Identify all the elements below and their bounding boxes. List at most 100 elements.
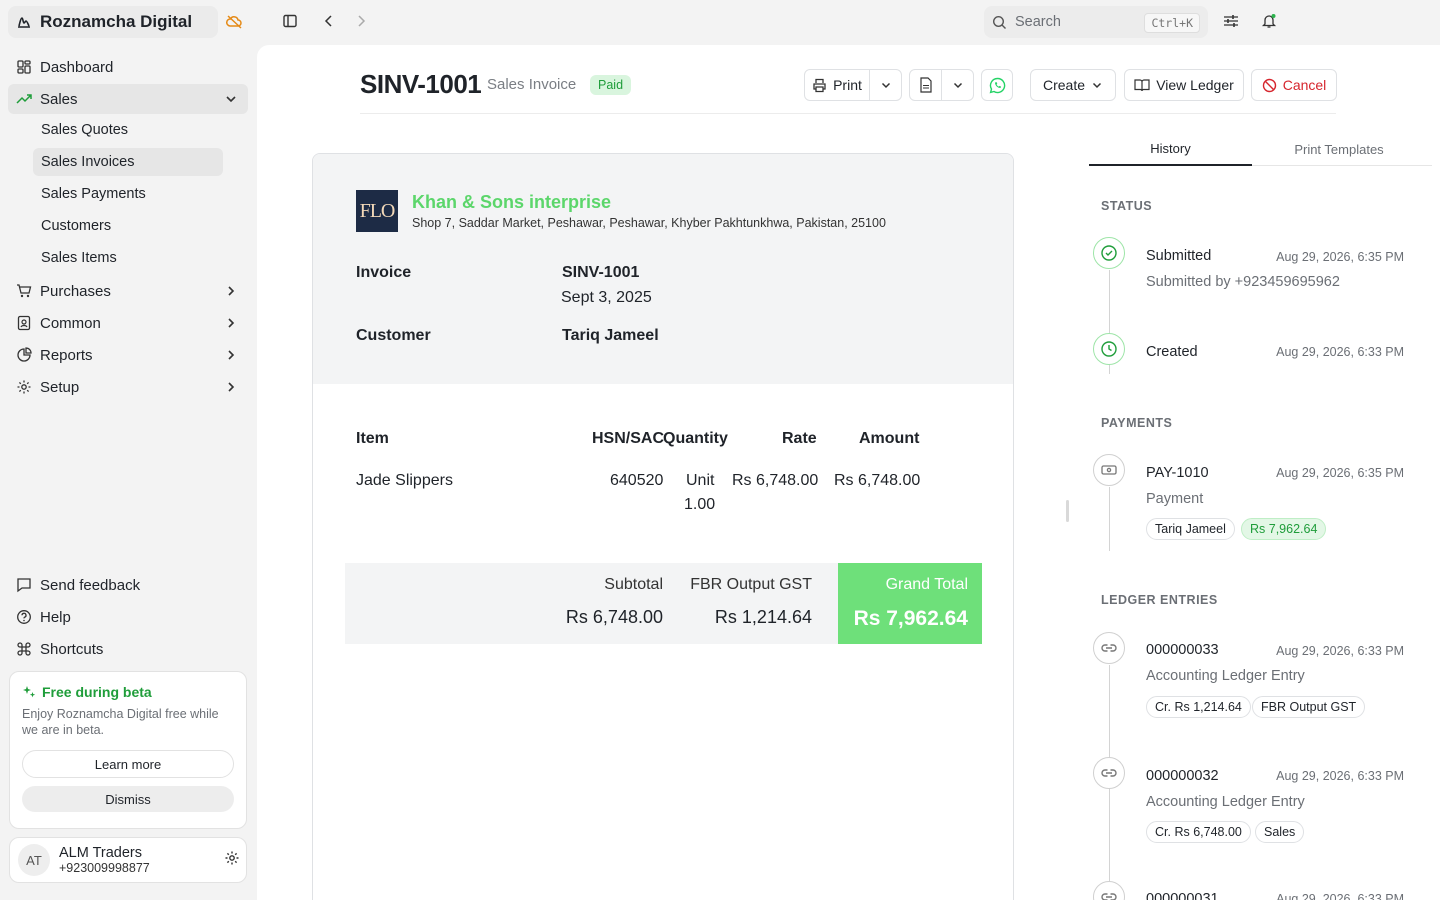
pdf-button[interactable] bbox=[909, 69, 942, 101]
column-header-item: Item bbox=[356, 430, 389, 447]
line-item-hsn: 640520 bbox=[610, 472, 664, 489]
company-name: Khan & Sons interprise bbox=[412, 192, 612, 212]
sidebar-item-sales[interactable]: Sales bbox=[8, 84, 248, 114]
grand-total-box: Grand Total Rs 7,962.64 bbox=[838, 563, 982, 644]
user-card[interactable]: AT ALM Traders +923009998877 bbox=[9, 837, 247, 883]
beta-description: Enjoy Roznamcha Digital free while we ar… bbox=[22, 707, 219, 737]
sidebar-item-common[interactable]: Common bbox=[8, 308, 248, 338]
beta-title: Free during beta bbox=[22, 684, 234, 700]
user-phone: +923009998877 bbox=[59, 861, 150, 875]
sidebar-toggle-icon[interactable] bbox=[282, 13, 298, 29]
line-item-qty-value: 1.00 bbox=[684, 496, 716, 513]
search-icon bbox=[992, 15, 1006, 29]
sidebar-item-sales-quotes[interactable]: Sales Quotes bbox=[33, 116, 223, 144]
gear-icon bbox=[17, 380, 31, 394]
document-type: Sales Invoice bbox=[487, 76, 577, 93]
print-options-button[interactable] bbox=[869, 69, 902, 101]
payment-party-chip: Tariq Jameel bbox=[1146, 518, 1235, 540]
shortcuts-link[interactable]: Shortcuts bbox=[8, 634, 248, 664]
page-title: SINV-1001 bbox=[360, 69, 482, 99]
sales-subnav: Sales Quotes Sales Invoices Sales Paymen… bbox=[8, 116, 248, 272]
ledger-section-label: LEDGER ENTRIES bbox=[1101, 593, 1218, 607]
ledger-entry-id[interactable]: 000000032 bbox=[1146, 768, 1219, 784]
sidebar-item-sales-payments[interactable]: Sales Payments bbox=[33, 180, 223, 208]
search-input[interactable]: Search Ctrl+K bbox=[984, 6, 1208, 38]
column-header-rate: Rate bbox=[782, 430, 817, 447]
gear-icon[interactable] bbox=[224, 850, 240, 866]
status-created-title: Created bbox=[1146, 344, 1198, 360]
app-switcher[interactable]: Roznamcha Digital bbox=[8, 6, 218, 38]
payment-type: Payment bbox=[1146, 491, 1204, 507]
message-icon bbox=[17, 578, 31, 593]
ledger-entry-id[interactable]: 000000031 bbox=[1146, 891, 1219, 900]
clock-icon bbox=[1101, 341, 1117, 357]
status-section-label: STATUS bbox=[1101, 199, 1153, 213]
sparkles-icon bbox=[23, 686, 36, 698]
sliders-icon[interactable] bbox=[1223, 13, 1239, 29]
link-label: Send feedback bbox=[40, 576, 141, 594]
whatsapp-icon bbox=[989, 77, 1005, 93]
link-icon bbox=[1101, 644, 1117, 652]
sidebar-item-reports[interactable]: Reports bbox=[8, 340, 248, 370]
sidebar-item-dashboard[interactable]: Dashboard bbox=[8, 52, 248, 82]
ledger-entry-time: Aug 29, 2026, 6:33 PM bbox=[1276, 892, 1404, 900]
help-icon bbox=[17, 610, 31, 624]
history-panel: History Print Templates STATUS Submitted… bbox=[1069, 45, 1440, 900]
whatsapp-button[interactable] bbox=[981, 69, 1013, 101]
print-label: Print bbox=[833, 77, 862, 93]
help-link[interactable]: Help bbox=[8, 602, 248, 632]
sidebar-item-label: Sales bbox=[40, 90, 78, 108]
back-icon[interactable] bbox=[322, 13, 336, 29]
pdf-options-button[interactable] bbox=[941, 69, 974, 101]
tab-print-templates[interactable]: Print Templates bbox=[1259, 133, 1419, 166]
send-feedback-link[interactable]: Send feedback bbox=[8, 570, 248, 600]
ledger-entry-time: Aug 29, 2026, 6:33 PM bbox=[1276, 769, 1404, 783]
invoice-label: Invoice bbox=[356, 264, 412, 281]
link-label: Shortcuts bbox=[40, 640, 104, 658]
subtotal-label: Subtotal bbox=[604, 576, 663, 593]
ledger-entry-type: Accounting Ledger Entry bbox=[1146, 794, 1305, 810]
sidebar-item-sales-items[interactable]: Sales Items bbox=[33, 244, 223, 272]
forward-icon[interactable] bbox=[354, 13, 368, 29]
trending-up-icon bbox=[16, 94, 32, 104]
grand-total-label: Grand Total bbox=[885, 576, 968, 593]
search-shortcut: Ctrl+K bbox=[1144, 13, 1200, 33]
logo-icon bbox=[18, 17, 30, 28]
bottom-links: Send feedback Help Shortcuts bbox=[8, 570, 248, 666]
sidebar-item-sales-invoices[interactable]: Sales Invoices bbox=[33, 148, 223, 176]
ledger-entry-id[interactable]: 000000033 bbox=[1146, 642, 1219, 658]
tab-history[interactable]: History bbox=[1089, 133, 1252, 166]
column-header-quantity: Quantity bbox=[663, 430, 728, 447]
user-info: ALM Traders +923009998877 bbox=[59, 845, 150, 875]
printer-icon bbox=[813, 78, 826, 92]
ledger-account-chip: Sales bbox=[1255, 821, 1305, 843]
payment-id[interactable]: PAY-1010 bbox=[1146, 465, 1209, 481]
cloud-off-icon[interactable] bbox=[226, 14, 243, 30]
line-item-amount: Rs 6,748.00 bbox=[834, 472, 921, 489]
sidebar-item-purchases[interactable]: Purchases bbox=[8, 276, 248, 306]
chevron-right-icon bbox=[228, 350, 235, 360]
tax-value: Rs 1,214.64 bbox=[714, 607, 812, 627]
ledger-entry-type: Accounting Ledger Entry bbox=[1146, 668, 1305, 684]
payment-time: Aug 29, 2026, 6:35 PM bbox=[1276, 466, 1404, 480]
app-name: Roznamcha Digital bbox=[40, 12, 193, 31]
ledger-amount-chip: Cr. Rs 6,748.00 bbox=[1146, 821, 1251, 843]
notification-bell-icon[interactable] bbox=[1261, 13, 1277, 29]
chevron-down-icon bbox=[881, 82, 890, 89]
panel-tabs: History Print Templates bbox=[1089, 133, 1432, 166]
dismiss-button[interactable]: Dismiss bbox=[22, 786, 234, 812]
status-created-time: Aug 29, 2026, 6:33 PM bbox=[1276, 345, 1404, 359]
timeline-node bbox=[1093, 632, 1125, 664]
contact-book-icon bbox=[17, 315, 31, 331]
sidebar-item-customers[interactable]: Customers bbox=[33, 212, 223, 240]
subtotal-value: Rs 6,748.00 bbox=[565, 607, 663, 627]
link-icon bbox=[1101, 769, 1117, 777]
sidebar-item-label: Setup bbox=[40, 378, 80, 396]
invoice-preview: FLO Khan & Sons interprise Shop 7, Sadda… bbox=[312, 153, 1014, 900]
print-button[interactable]: Print bbox=[804, 69, 870, 101]
learn-more-button[interactable]: Learn more bbox=[22, 750, 234, 778]
avatar: AT bbox=[18, 844, 50, 876]
chevron-right-icon bbox=[228, 318, 235, 328]
sidebar-item-setup[interactable]: Setup bbox=[8, 372, 248, 402]
cart-icon bbox=[17, 284, 32, 298]
